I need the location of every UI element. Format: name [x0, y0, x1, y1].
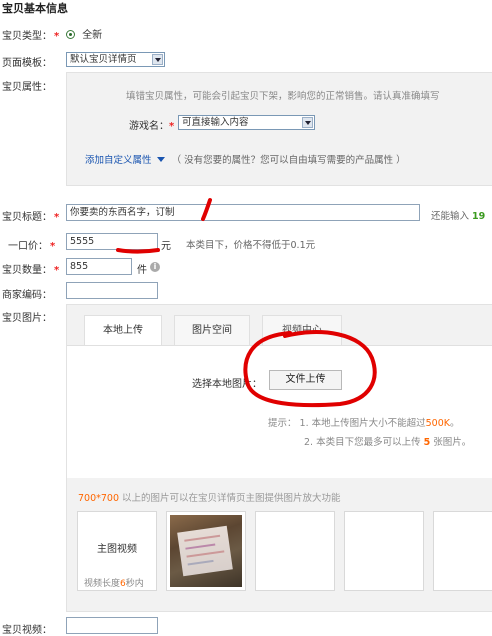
- attributes-notice: 填错宝贝属性，可能会引起宝贝下架，影响您的正常销售。请认真准确填写: [126, 91, 440, 102]
- required-mark: *: [54, 265, 60, 276]
- quantity-row: 宝贝数量： *: [2, 261, 59, 276]
- file-upload-button[interactable]: 文件上传: [269, 370, 342, 390]
- photo-line: [187, 559, 214, 566]
- main-video-label: 主图视频: [97, 544, 137, 555]
- game-name-select[interactable]: 可直接输入内容: [178, 115, 315, 130]
- tip-2-count: 5: [423, 437, 431, 448]
- add-custom-row: 添加自定义属性 （ 没有您要的属性？您可以自由填写需要的产品属性 ）: [85, 152, 406, 166]
- price-hint: 本类目下，价格不得低于0.1元: [186, 240, 316, 251]
- tip-line-1: 提示： 1. 本地上传图片大小不能超过500K。: [268, 415, 460, 429]
- item-title-label: 宝贝标题：: [2, 212, 52, 223]
- add-custom-attribute-link[interactable]: 添加自定义属性: [85, 155, 152, 166]
- annotation-underline: [116, 248, 160, 254]
- game-name-label: 游戏名：: [129, 121, 169, 132]
- upload-area: [67, 345, 492, 478]
- tab-video-center[interactable]: 视频中心: [262, 315, 342, 345]
- quantity-unit: 件: [137, 265, 147, 276]
- game-name-value: 可直接输入内容: [182, 117, 249, 128]
- required-mark: *: [54, 212, 60, 223]
- choose-local-label: 选择本地图片：: [192, 379, 262, 390]
- chevron-down-icon[interactable]: [152, 54, 163, 65]
- page-template-select[interactable]: 默认宝贝详情页: [66, 52, 165, 67]
- image-slot-4[interactable]: [433, 511, 492, 591]
- tip-1-text: 1. 本地上传图片大小不能超过: [299, 418, 426, 429]
- required-mark: *: [54, 31, 60, 42]
- price-label: 一口价：: [8, 241, 48, 252]
- image-slot-3[interactable]: [344, 511, 424, 591]
- remaining-label: 还能输入: [431, 211, 470, 222]
- price-input[interactable]: 5555: [66, 233, 158, 250]
- item-title-input[interactable]: 你要卖的东西名字，订制: [66, 204, 420, 221]
- zoom-notice: 700*700 以上的图片可以在宝贝详情页主图提供图片放大功能: [78, 490, 341, 504]
- page-template-value: 默认宝贝详情页: [70, 54, 137, 65]
- radio-selected-icon[interactable]: [66, 30, 75, 39]
- price-unit: 元: [161, 241, 171, 252]
- add-custom-hint: （ 没有您要的属性？您可以自由填写需要的产品属性 ）: [171, 155, 406, 166]
- price-row: 一口价： *: [8, 237, 55, 252]
- zoom-size: 700*700: [78, 493, 120, 504]
- images-label: 宝贝图片：: [2, 313, 52, 324]
- tip-line-2: 2. 本类目下您最多可以上传 5 张图片。: [304, 434, 471, 448]
- quantity-input[interactable]: 855: [66, 258, 132, 275]
- item-type-option-label: 全新: [82, 30, 103, 41]
- merchant-code-label: 商家编码：: [2, 290, 52, 301]
- tip-label: 提示：: [268, 418, 297, 429]
- required-mark: *: [169, 121, 175, 132]
- required-mark: *: [50, 241, 56, 252]
- item-video-input[interactable]: [66, 617, 158, 634]
- attributes-label: 宝贝属性：: [2, 82, 52, 93]
- tip-1-limit: 500K: [425, 418, 451, 429]
- video-length-text-a: 视频长度: [84, 579, 121, 589]
- tip-1-end: 。: [450, 418, 460, 429]
- quantity-label: 宝贝数量：: [2, 265, 52, 276]
- item-title-row: 宝贝标题： *: [2, 208, 59, 223]
- photo-line: [185, 543, 216, 550]
- page-template-label: 页面模板：: [2, 58, 52, 69]
- attributes-panel: 填错宝贝属性，可能会引起宝贝下架，影响您的正常销售。请认真准确填写 游戏名：* …: [66, 72, 492, 186]
- uploaded-photo: [170, 515, 242, 587]
- photo-line: [186, 550, 225, 558]
- caret-down-icon[interactable]: [156, 157, 165, 162]
- tab-local-upload[interactable]: 本地上传: [84, 315, 162, 346]
- tab-image-space[interactable]: 图片空间: [174, 315, 250, 345]
- remaining-count: 还能输入 19: [431, 208, 485, 222]
- tip-2-text-b: 张图片。: [433, 437, 472, 448]
- merchant-code-input[interactable]: [66, 282, 158, 299]
- section-title: 宝贝基本信息: [2, 2, 68, 15]
- video-length-text-b: 秒内: [125, 579, 144, 589]
- item-type-row: 宝贝类型： *: [2, 27, 59, 42]
- item-type-option[interactable]: 全新: [66, 26, 102, 41]
- main-video-slot[interactable]: 主图视频 视频长度6秒内: [77, 511, 157, 591]
- info-icon[interactable]: i: [150, 262, 160, 272]
- video-length-note: 视频长度6秒内: [84, 576, 144, 589]
- zoom-text: 以上的图片可以在宝贝详情页主图提供图片放大功能: [122, 493, 341, 504]
- chevron-down-icon[interactable]: [302, 117, 313, 128]
- remaining-number: 19: [472, 211, 486, 222]
- tip-2-text-a: 2. 本类目下您最多可以上传: [304, 437, 421, 448]
- photo-paper: [177, 525, 233, 577]
- image-slot-2[interactable]: [255, 511, 335, 591]
- game-name-row: 游戏名：*: [129, 117, 174, 132]
- photo-line: [184, 534, 221, 542]
- image-slot-1[interactable]: [166, 511, 246, 591]
- item-type-label: 宝贝类型：: [2, 31, 52, 42]
